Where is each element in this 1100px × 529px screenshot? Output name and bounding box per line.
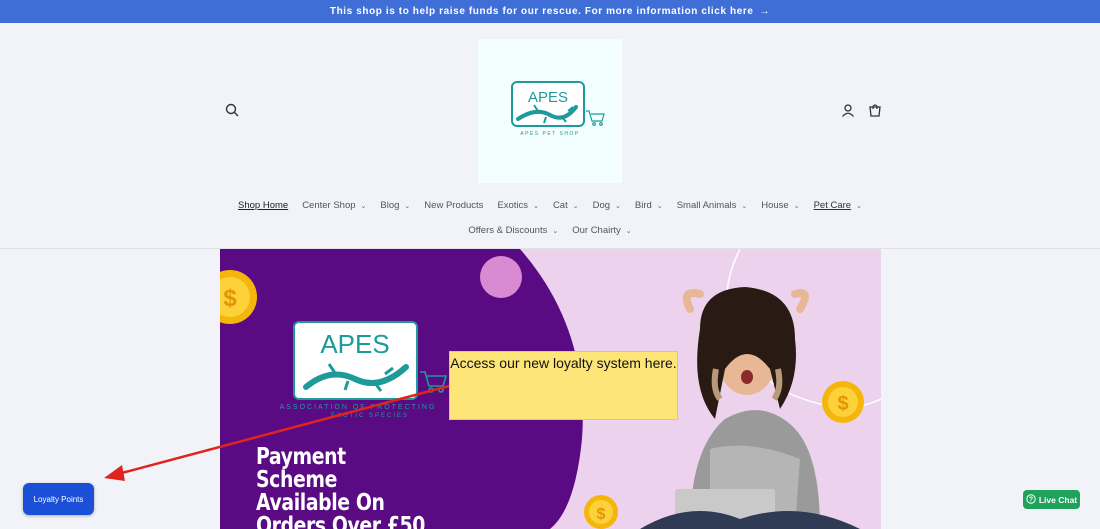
cart-icon[interactable] bbox=[866, 101, 884, 119]
nav-label: Pet Care bbox=[813, 200, 852, 211]
nav-label: Dog bbox=[592, 200, 611, 211]
nav-label: Blog bbox=[380, 200, 400, 211]
help-circle-icon: ? bbox=[1026, 493, 1036, 506]
nav-label: Shop Home bbox=[238, 200, 289, 211]
main-nav-row-2: Offers & Discounts ⌄ Our Chairty ⌄ bbox=[0, 225, 1100, 236]
coin-icon: $ bbox=[584, 495, 618, 529]
nav-item-new-products[interactable]: New Products bbox=[424, 200, 483, 211]
hero-headline: Payment Scheme Available On Orders Over … bbox=[256, 446, 425, 529]
chevron-down-icon: ⌄ bbox=[404, 202, 411, 210]
nav-item-bird[interactable]: Bird ⌄ bbox=[635, 200, 663, 211]
chevron-down-icon: ⌄ bbox=[856, 202, 862, 210]
hero-line: Orders Over £50 bbox=[256, 513, 425, 529]
store-logo[interactable]: APES APES PET SHOP bbox=[478, 39, 622, 183]
loyalty-tooltip: Access our new loyalty system here. bbox=[449, 351, 678, 420]
hero-logo-title: APES bbox=[320, 329, 389, 359]
nav-item-blog[interactable]: Blog ⌄ bbox=[380, 200, 410, 211]
nav-label: New Products bbox=[424, 200, 484, 211]
live-chat-button[interactable]: ? Live Chat bbox=[1023, 490, 1080, 509]
nav-label: House bbox=[761, 200, 789, 211]
chevron-down-icon: ⌄ bbox=[625, 227, 632, 235]
hero-line: Available On bbox=[256, 490, 385, 516]
hero-logo-caption-2: EXOTIC SPECIES bbox=[331, 413, 409, 419]
tooltip-text: Access our new loyalty system here. bbox=[450, 355, 677, 371]
nav-label: Our Chairty bbox=[572, 225, 621, 236]
chevron-down-icon: ⌄ bbox=[656, 202, 663, 210]
nav-item-pet-care[interactable]: Pet Care ⌄ bbox=[814, 200, 862, 211]
chevron-down-icon: ⌄ bbox=[793, 202, 800, 210]
nav-item-exotics[interactable]: Exotics ⌄ bbox=[497, 200, 539, 211]
nav-label: Bird bbox=[634, 200, 652, 211]
chevron-down-icon: ⌄ bbox=[741, 202, 748, 210]
loyalty-points-button[interactable]: Loyalty Points bbox=[23, 483, 94, 515]
logo-title: APES bbox=[528, 89, 568, 106]
nav-item-shop-home[interactable]: Shop Home bbox=[238, 200, 288, 211]
nav-label: Offers & Discounts bbox=[468, 225, 548, 236]
nav-item-house[interactable]: House ⌄ bbox=[761, 200, 799, 211]
announcement-text[interactable]: This shop is to help raise funds for our… bbox=[330, 6, 754, 17]
pink-circle bbox=[480, 256, 522, 298]
chevron-down-icon: ⌄ bbox=[360, 202, 367, 210]
nav-item-cat[interactable]: Cat ⌄ bbox=[553, 200, 579, 211]
chevron-down-icon: ⌄ bbox=[552, 227, 559, 235]
announcement-bar[interactable]: This shop is to help raise funds for our… bbox=[0, 0, 1100, 23]
nav-label: Exotics bbox=[497, 200, 529, 211]
svg-text:$: $ bbox=[223, 285, 237, 312]
site-header: APES APES PET SHOP Shop Home Center Shop… bbox=[0, 23, 1100, 249]
account-icon[interactable] bbox=[839, 101, 857, 119]
nav-item-center-shop[interactable]: Center Shop ⌄ bbox=[302, 200, 366, 211]
nav-item-offers-discounts[interactable]: Offers & Discounts ⌄ bbox=[468, 225, 558, 236]
nav-item-small-animals[interactable]: Small Animals ⌄ bbox=[677, 200, 748, 211]
chevron-down-icon: ⌄ bbox=[533, 202, 539, 210]
svg-text:?: ? bbox=[1029, 496, 1033, 503]
nav-label: Small Animals bbox=[676, 200, 737, 211]
chevron-down-icon: ⌄ bbox=[572, 202, 579, 210]
nav-label: Center Shop bbox=[302, 200, 356, 211]
hero-logo-caption: ASSOCIATION OF PROTECTING bbox=[280, 404, 437, 411]
search-icon[interactable] bbox=[223, 101, 241, 119]
live-chat-label: Live Chat bbox=[1038, 494, 1078, 505]
logo-subtitle: APES PET SHOP bbox=[520, 131, 579, 137]
nav-label: Cat bbox=[552, 200, 568, 211]
hero-line: Scheme bbox=[256, 467, 337, 493]
arrow-right-icon: → bbox=[759, 6, 771, 17]
chevron-down-icon: ⌄ bbox=[615, 202, 621, 210]
svg-text:$: $ bbox=[837, 393, 848, 415]
nav-item-our-chairty[interactable]: Our Chairty ⌄ bbox=[572, 225, 631, 236]
coin-icon: $ bbox=[822, 381, 864, 423]
main-nav-row-1: Shop Home Center Shop ⌄ Blog ⌄ New Product… bbox=[0, 200, 1100, 211]
nav-item-dog[interactable]: Dog ⌄ bbox=[593, 200, 621, 211]
loyalty-button-label: Loyalty Points bbox=[33, 494, 84, 504]
svg-text:$: $ bbox=[597, 506, 606, 523]
hero-line: Payment bbox=[256, 444, 346, 470]
